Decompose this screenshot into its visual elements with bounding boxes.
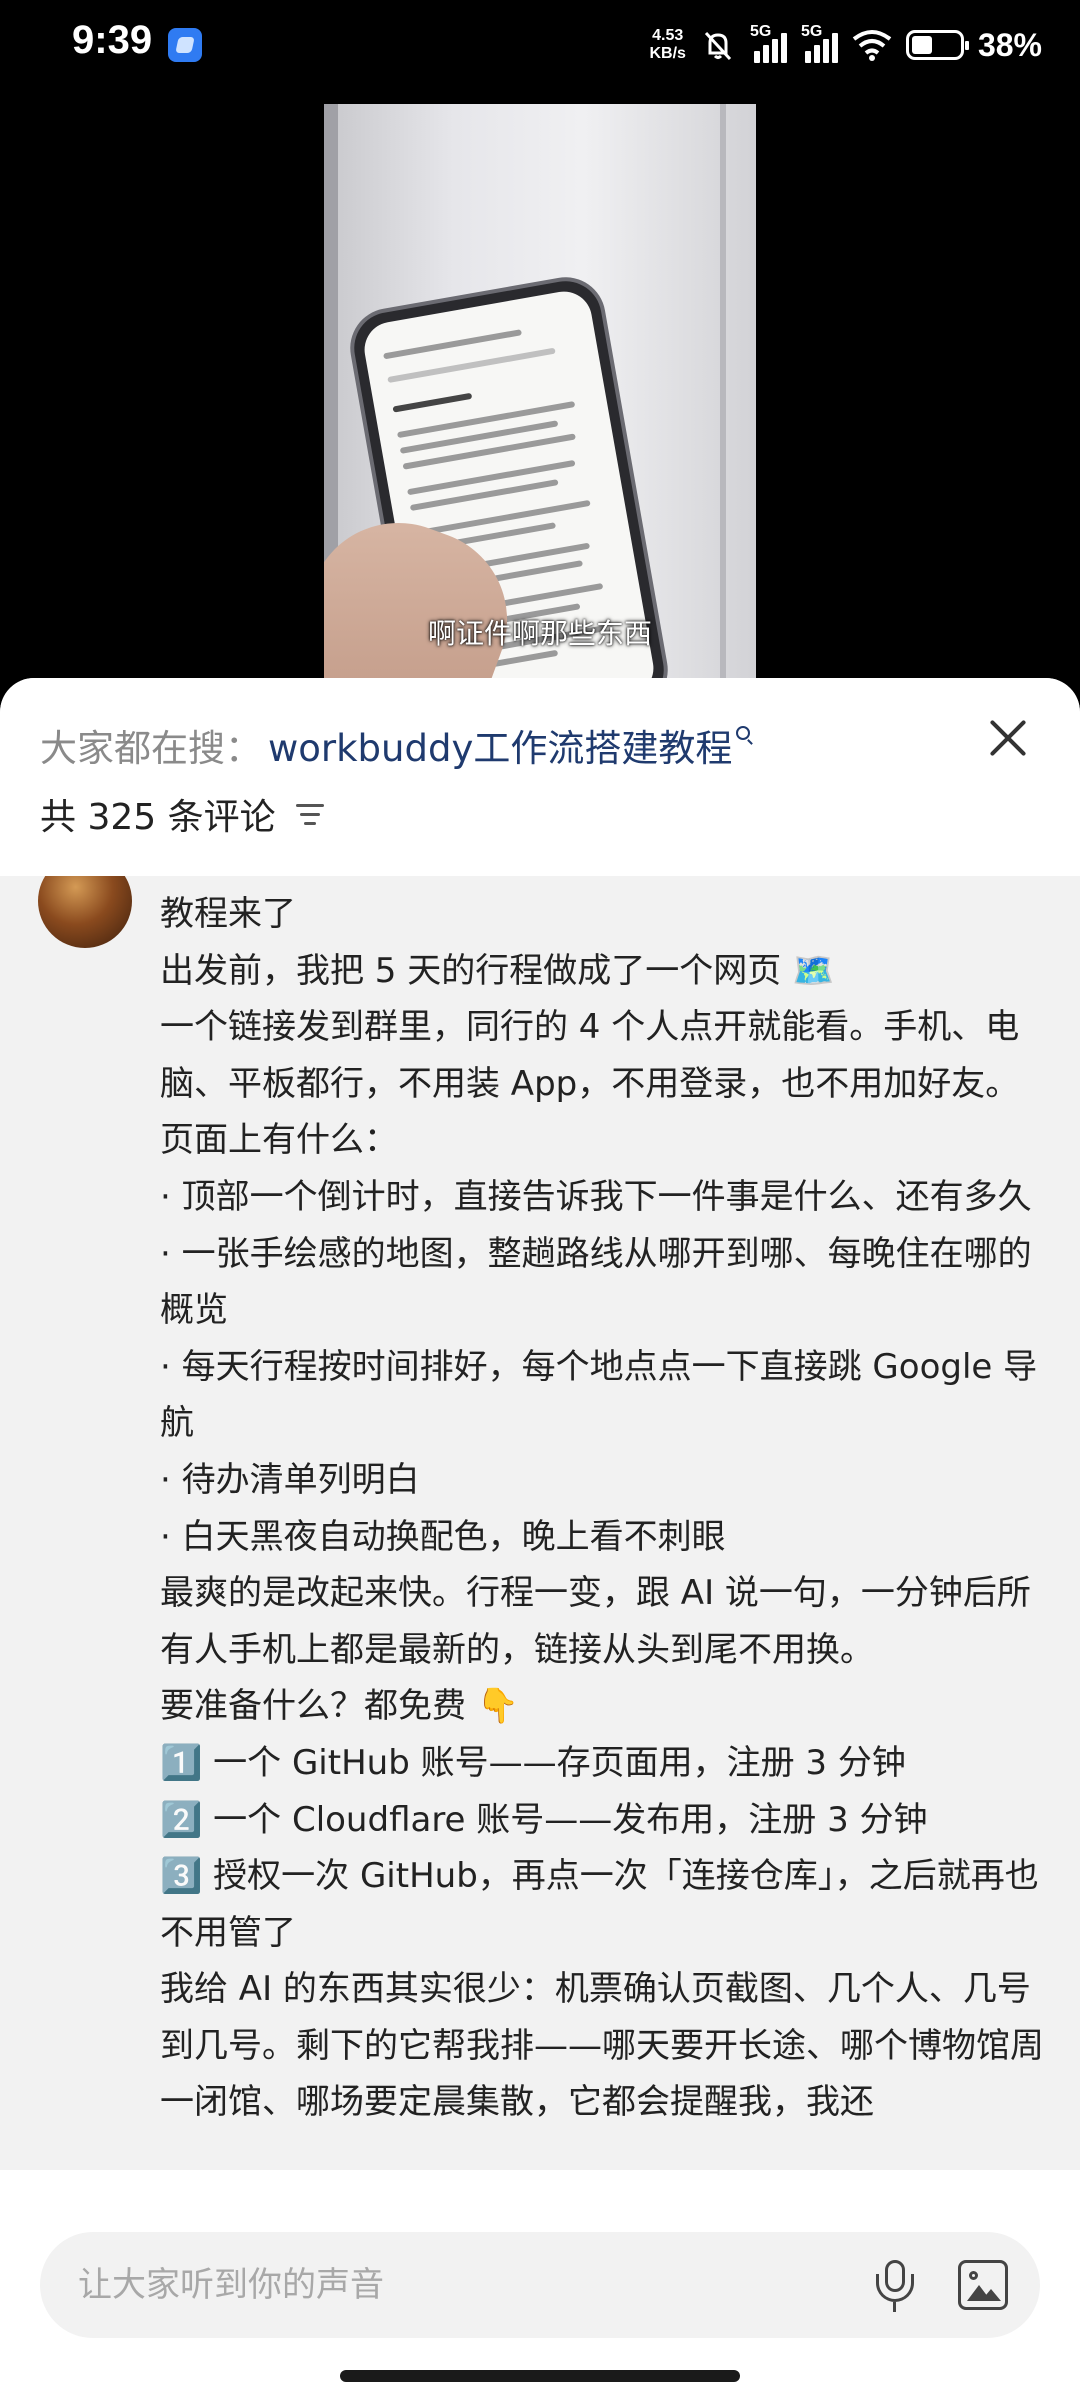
- comment-line: 1️⃣ 一个 GitHub 账号——存页面用，注册 3 分钟: [160, 1742, 906, 1783]
- comment-input[interactable]: [78, 2232, 838, 2338]
- signal-icon: 5G: [750, 23, 787, 63]
- avatar[interactable]: [38, 876, 132, 948]
- comment-count-row: 共 325 条评论: [40, 788, 326, 840]
- comment-input-box[interactable]: [40, 2232, 1040, 2338]
- status-bar: 9:39 4.53 KB/s 5G 5G 38%: [0, 0, 1080, 92]
- microphone-icon[interactable]: [870, 2260, 920, 2312]
- signal-icon: 5G: [801, 23, 838, 63]
- comment-line: 要准备什么？都免费 👇: [160, 1686, 520, 1727]
- mute-bell-icon: [704, 31, 732, 61]
- status-icons: 4.53 KB/s 5G 5G 38%: [650, 20, 1042, 70]
- sort-filter-icon[interactable]: [295, 802, 326, 826]
- comment-line: · 每天行程按时间排好，每个地点点一下直接跳 Google 导航: [160, 1346, 1038, 1444]
- comment-input-bar: [0, 2170, 1080, 2400]
- comment-line: · 一张手绘感的地图，整趟路线从哪开到哪、每晚住在哪的概览: [160, 1233, 1032, 1331]
- comment-line: 出发前，我把 5 天的行程做成了一个网页 🗺️: [160, 950, 835, 991]
- comment-line: 页面上有什么：: [160, 1120, 398, 1161]
- video-player[interactable]: 啊证件啊那些东西: [0, 92, 1080, 704]
- hot-search-link[interactable]: 大家都在搜： workbuddy工作流搭建教程: [40, 718, 751, 772]
- battery-icon: [905, 30, 969, 60]
- comment-text: 教程来了 出发前，我把 5 天的行程做成了一个网页 🗺️ 一个链接发到群里，同行…: [160, 886, 1060, 2131]
- comment-line: · 白天黑夜自动换配色，晚上看不刺眼: [160, 1516, 726, 1557]
- comment-line: 最爽的是改起来快。行程一变，跟 AI 说一句，一分钟后所有人手机上都是最新的，链…: [160, 1573, 1031, 1670]
- search-icon: [736, 726, 751, 740]
- comment-item: 教程来了 出发前，我把 5 天的行程做成了一个网页 🗺️ 一个链接发到群里，同行…: [0, 876, 1080, 2280]
- video-subtitle: 啊证件啊那些东西: [427, 617, 652, 650]
- comment-line: 2️⃣ 一个 Cloudflare 账号——发布用，注册 3 分钟: [160, 1799, 928, 1840]
- comment-count: 共 325 条评论: [40, 797, 276, 838]
- close-button[interactable]: [984, 714, 1032, 762]
- comment-line: 教程来了: [160, 894, 296, 934]
- comment-line: · 顶部一个倒计时，直接告诉我下一件事是什么、还有多久: [160, 1176, 1032, 1217]
- comment-line: 一个链接发到群里，同行的 4 个人点开就能看。手机、电脑、平板都行，不用装 Ap…: [160, 1007, 1020, 1104]
- battery-percent: 38%: [977, 26, 1042, 63]
- app-notification-icon: [168, 28, 202, 62]
- hot-search-prefix: 大家都在搜：: [40, 727, 262, 770]
- comment-line: · 待办清单列明白: [160, 1459, 420, 1500]
- home-indicator[interactable]: [340, 2370, 740, 2382]
- comments-header: 大家都在搜： workbuddy工作流搭建教程 共 325 条评论: [0, 678, 1080, 876]
- comments-panel: 大家都在搜： workbuddy工作流搭建教程 共 325 条评论 教程来了 出…: [0, 678, 1080, 2400]
- sim1-label: 5G: [749, 23, 772, 40]
- status-time: 9:39: [72, 18, 153, 62]
- image-picker-icon[interactable]: [958, 2260, 1008, 2310]
- network-speed-value: 4.53: [652, 27, 684, 44]
- wifi-icon: [852, 30, 892, 61]
- hot-search-term[interactable]: workbuddy工作流搭建教程: [268, 718, 732, 772]
- network-speed: 4.53 KB/s: [650, 27, 686, 63]
- comment-line: 3️⃣ 授权一次 GitHub，再点一次「连接仓库」，之后就再也不用管了: [160, 1856, 1039, 1953]
- sim2-label: 5G: [800, 23, 823, 40]
- comment-line: 我给 AI 的东西其实很少：机票确认页截图、几个人、几号到几号。剩下的它帮我排—…: [160, 1969, 1044, 2123]
- network-speed-unit: KB/s: [649, 45, 686, 62]
